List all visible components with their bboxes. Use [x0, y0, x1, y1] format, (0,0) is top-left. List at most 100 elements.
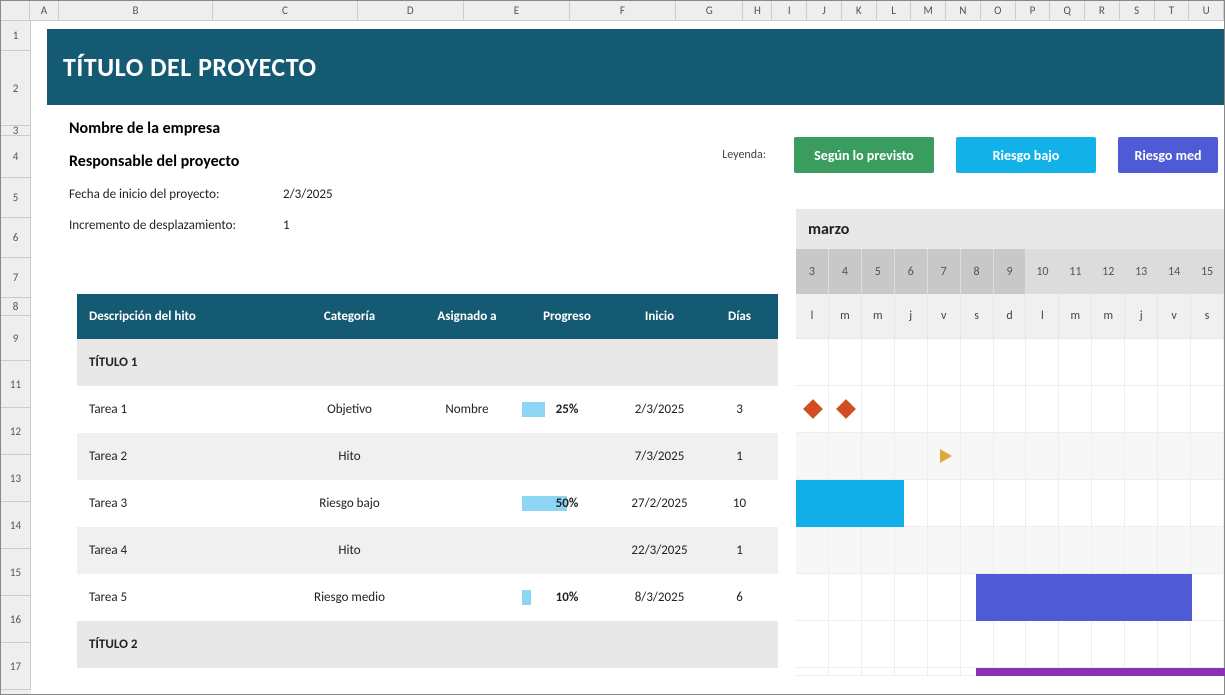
- col-O[interactable]: O: [981, 1, 1016, 21]
- gantt-cell[interactable]: [829, 668, 862, 676]
- responsible-name[interactable]: Responsable del proyecto: [69, 152, 239, 171]
- cell-cat[interactable]: Riesgo medio: [287, 590, 412, 605]
- gantt-cell[interactable]: [1059, 527, 1092, 574]
- gantt-cell[interactable]: [829, 386, 862, 433]
- gantt-cell[interactable]: [1125, 433, 1158, 480]
- table-row[interactable]: Tarea 1ObjetivoNombre25%2/3/20253: [77, 386, 778, 433]
- gantt-cell[interactable]: [829, 527, 862, 574]
- gantt-cell[interactable]: [1026, 480, 1059, 527]
- gantt-cell[interactable]: [796, 433, 829, 480]
- row-6[interactable]: 6: [1, 218, 31, 258]
- gantt-cell[interactable]: [829, 433, 862, 480]
- gantt-cell[interactable]: [1026, 386, 1059, 433]
- th-asg[interactable]: Asignado a: [412, 309, 522, 324]
- row-9[interactable]: 9: [1, 316, 31, 361]
- gantt-cell[interactable]: [1092, 386, 1125, 433]
- gantt-day[interactable]: 11: [1059, 249, 1092, 294]
- select-all-corner[interactable]: [1, 1, 30, 21]
- col-F[interactable]: F: [570, 1, 676, 21]
- gantt-cell[interactable]: [994, 527, 1027, 574]
- col-D[interactable]: D: [358, 1, 464, 21]
- cell-dias[interactable]: 1: [707, 449, 772, 464]
- cell-cat[interactable]: Riesgo bajo: [287, 496, 412, 511]
- gantt-cell[interactable]: [895, 527, 928, 574]
- cell-ini[interactable]: 8/3/2025: [612, 590, 707, 605]
- row-14[interactable]: 14: [1, 502, 31, 549]
- gantt-cell[interactable]: [1191, 339, 1224, 386]
- th-desc[interactable]: Descripción del hito: [77, 309, 287, 324]
- gantt-cell[interactable]: [1191, 574, 1224, 621]
- cell-dias[interactable]: 6: [707, 590, 772, 605]
- row-15[interactable]: 15: [1, 549, 31, 596]
- gantt-cell[interactable]: [796, 621, 829, 668]
- gantt-cell[interactable]: [862, 574, 895, 621]
- gantt-cell[interactable]: [1158, 339, 1191, 386]
- row-5[interactable]: 5: [1, 178, 31, 218]
- gantt-bar[interactable]: [976, 574, 1192, 621]
- legend-pill-ontrack[interactable]: Según lo previsto: [794, 137, 934, 173]
- gantt-cell[interactable]: [928, 527, 961, 574]
- th-cat[interactable]: Categoría: [287, 309, 412, 324]
- col-H[interactable]: H: [743, 1, 772, 21]
- cell-ini[interactable]: 27/2/2025: [612, 496, 707, 511]
- gantt-cell[interactable]: [961, 339, 994, 386]
- gantt-cell[interactable]: [862, 339, 895, 386]
- gantt-day[interactable]: 14: [1158, 249, 1191, 294]
- gantt-cell[interactable]: [829, 574, 862, 621]
- cell-cat[interactable]: Hito: [287, 449, 412, 464]
- gantt-cell[interactable]: [928, 574, 961, 621]
- row-13[interactable]: 13: [1, 455, 31, 502]
- gantt-cell[interactable]: [1092, 527, 1125, 574]
- gantt-cell[interactable]: [862, 433, 895, 480]
- gantt-cell[interactable]: [1125, 621, 1158, 668]
- gantt-cell[interactable]: [1158, 621, 1191, 668]
- gantt-cell[interactable]: [928, 386, 961, 433]
- col-S[interactable]: S: [1120, 1, 1155, 21]
- gantt-cell[interactable]: [1191, 527, 1224, 574]
- gantt-day[interactable]: 12: [1092, 249, 1125, 294]
- gantt-cell[interactable]: [862, 527, 895, 574]
- gantt-cell[interactable]: [1059, 621, 1092, 668]
- cell-cat[interactable]: Objetivo: [287, 402, 412, 417]
- gantt-cell[interactable]: [1059, 339, 1092, 386]
- col-N[interactable]: N: [946, 1, 981, 21]
- gantt-day[interactable]: 13: [1125, 249, 1158, 294]
- cell-cat[interactable]: Hito: [287, 543, 412, 558]
- row-16[interactable]: 16: [1, 596, 31, 643]
- col-C[interactable]: C: [213, 1, 358, 21]
- gantt-cell[interactable]: [895, 668, 928, 676]
- gantt-cell[interactable]: [1158, 480, 1191, 527]
- gantt-day[interactable]: 8: [961, 249, 994, 294]
- table-row[interactable]: Tarea 3Riesgo bajo50%27/2/202510: [77, 480, 778, 527]
- gantt-cell[interactable]: [1158, 527, 1191, 574]
- gantt-cell[interactable]: [1059, 386, 1092, 433]
- gantt-cell[interactable]: [1026, 527, 1059, 574]
- cell-desc[interactable]: TÍTULO 2: [77, 637, 287, 652]
- cell-desc[interactable]: Tarea 5: [77, 590, 287, 605]
- row-1[interactable]: 1: [1, 21, 31, 51]
- col-G[interactable]: G: [676, 1, 744, 21]
- company-name[interactable]: Nombre de la empresa: [69, 119, 220, 138]
- gantt-cell[interactable]: [895, 621, 928, 668]
- cell-desc[interactable]: Tarea 2: [77, 449, 287, 464]
- gantt-cell[interactable]: [862, 621, 895, 668]
- gantt-cell[interactable]: [994, 433, 1027, 480]
- gantt-cell[interactable]: [1191, 621, 1224, 668]
- table-row[interactable]: TÍTULO 1: [77, 339, 778, 386]
- col-K[interactable]: K: [842, 1, 877, 21]
- table-row[interactable]: Tarea 2Hito7/3/20251: [77, 433, 778, 480]
- cell-desc[interactable]: Tarea 4: [77, 543, 287, 558]
- gantt-cell[interactable]: [1092, 480, 1125, 527]
- row-11[interactable]: 11: [1, 361, 31, 408]
- gantt-day[interactable]: 9: [994, 249, 1027, 294]
- gantt-cell[interactable]: [1092, 339, 1125, 386]
- gantt-day[interactable]: 10: [1026, 249, 1059, 294]
- gantt-cell[interactable]: [1191, 433, 1224, 480]
- gantt-cell[interactable]: [1059, 433, 1092, 480]
- gantt-cell[interactable]: [928, 339, 961, 386]
- gantt-cell[interactable]: [796, 527, 829, 574]
- gantt-cell[interactable]: [994, 621, 1027, 668]
- cell-ini[interactable]: 2/3/2025: [612, 402, 707, 417]
- th-ini[interactable]: Inicio: [612, 309, 707, 324]
- gantt-cell[interactable]: [895, 574, 928, 621]
